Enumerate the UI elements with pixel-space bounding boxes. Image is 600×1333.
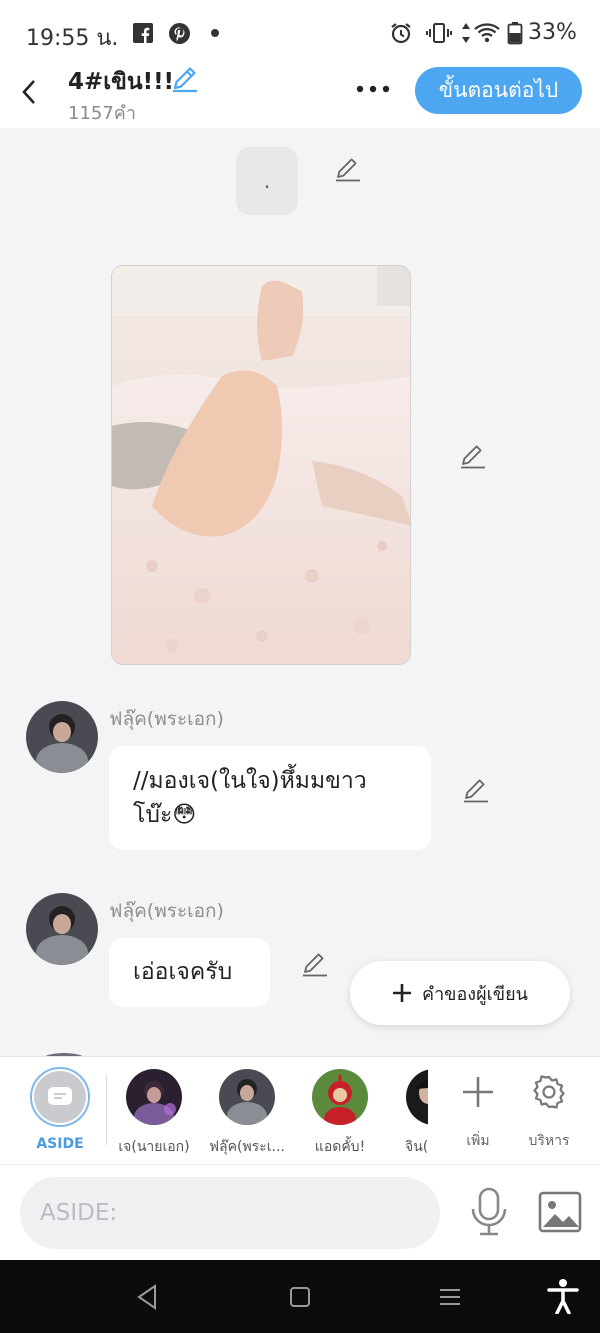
image-icon — [538, 1191, 582, 1233]
gear-icon — [533, 1075, 565, 1109]
nav-home-icon — [290, 1287, 310, 1307]
back-arrow-icon — [22, 80, 35, 104]
bath-photo[interactable] — [111, 265, 411, 665]
author-note-label: คำของผู้เขียน — [422, 983, 528, 1005]
notification-dot-icon — [210, 20, 220, 46]
chapter-title: 4#เขิน!!! — [68, 69, 175, 95]
pencil-icon — [303, 953, 327, 977]
accessibility-icon — [547, 1279, 579, 1315]
status-time: 19:55 น. — [26, 26, 119, 51]
nav-back-icon — [137, 1284, 156, 1310]
character-label: แอดคั้บ! — [314, 1139, 366, 1155]
battery-percent: 33% — [528, 20, 577, 45]
wifi-icon — [474, 20, 500, 46]
microphone-icon — [471, 1187, 507, 1236]
character-label: ฟลุ๊ค(พระเ... — [209, 1139, 285, 1155]
avatar — [312, 1069, 368, 1125]
character-item[interactable]: แอดคั้บ! — [292, 1067, 388, 1158]
message-text: เอ่อเจครับ — [133, 959, 233, 985]
battery-icon — [507, 20, 523, 46]
more-options-button[interactable] — [352, 76, 394, 102]
edit-message-button[interactable] — [334, 155, 362, 183]
aside-chat-icon — [48, 1087, 72, 1105]
dot-message-bubble[interactable]: . — [236, 147, 298, 215]
message-bubble[interactable]: //มองเจ(ในใจ)หึ้มมขาว โบ๊ะ😳 — [109, 746, 431, 850]
nav-back-button[interactable] — [133, 1282, 163, 1312]
avatar — [219, 1069, 275, 1125]
character-bar: ASIDE เจ(นายเอก) ฟลุ๊ค(พระเ... แอดคั้บ! … — [0, 1056, 600, 1164]
character-label: เจ(นายเอก) — [118, 1139, 190, 1155]
edit-message-button[interactable] — [301, 950, 329, 978]
add-character-button[interactable]: เพิ่ม — [443, 1069, 513, 1152]
avatar[interactable] — [26, 701, 98, 773]
more-dots-icon — [356, 85, 390, 93]
word-count: 1157คำ — [68, 103, 136, 124]
chat-content[interactable]: . ฟลุ๊ค(พระเอก) //มองเจ(ในใจ)หึ้มมขาว โบ… — [0, 128, 600, 1056]
character-avatar-image — [26, 701, 98, 773]
pencil-icon — [173, 67, 197, 93]
plus-icon — [393, 984, 412, 1002]
facebook-icon — [132, 20, 154, 46]
character-item[interactable]: จิน( — [380, 1067, 428, 1158]
nav-home-button[interactable] — [285, 1282, 315, 1312]
pencil-icon — [461, 445, 485, 469]
edit-title-button[interactable] — [170, 64, 200, 94]
bath-photo-image — [112, 266, 410, 664]
plus-icon — [463, 1077, 493, 1107]
next-step-button[interactable]: ขั้นตอนต่อไป — [415, 67, 582, 114]
insert-image-button[interactable] — [538, 1191, 582, 1233]
pencil-icon — [336, 158, 360, 182]
manage-characters-button[interactable]: บริหาร — [514, 1069, 584, 1152]
back-button[interactable] — [14, 72, 44, 112]
accessibility-button[interactable] — [546, 1278, 580, 1315]
speaker-name: ฟลุ๊ค(พระเอก) — [109, 900, 224, 922]
pencil-icon — [464, 779, 488, 803]
speaker-name: ฟลุ๊ค(พระเอก) — [109, 708, 224, 730]
manage-label: บริหาร — [528, 1133, 570, 1149]
avatar[interactable] — [26, 893, 98, 965]
editor-header: 4#เขิน!!! 1157คำ ขั้นตอนต่อไป — [0, 64, 600, 128]
pinterest-icon — [168, 20, 191, 46]
alarm-icon — [389, 20, 413, 46]
character-label: จิน( — [405, 1139, 428, 1155]
avatar — [126, 1069, 182, 1125]
aside-character[interactable]: ASIDE — [12, 1067, 108, 1152]
partial-next-message — [30, 1048, 330, 1056]
nav-recents-button[interactable] — [435, 1282, 465, 1312]
message-text: //มองเจ(ในใจ)หึ้มมขาว โบ๊ะ😳 — [133, 768, 367, 828]
data-arrows-icon — [459, 20, 473, 46]
character-item[interactable]: ฟลุ๊ค(พระเ... — [199, 1067, 295, 1158]
vibrate-icon — [426, 20, 452, 46]
nav-menu-icon — [440, 1289, 460, 1305]
aside-label: ASIDE — [36, 1136, 84, 1152]
avatar — [406, 1069, 428, 1125]
aside-avatar — [30, 1067, 90, 1127]
add-label: เพิ่ม — [466, 1133, 490, 1149]
edit-photo-button[interactable] — [459, 442, 487, 470]
message-bubble[interactable]: เอ่อเจครับ — [109, 938, 270, 1007]
character-avatar-image — [26, 893, 98, 965]
character-item[interactable]: เจ(นายเอก) — [106, 1067, 202, 1158]
edit-message-button[interactable] — [462, 776, 490, 804]
microphone-button[interactable] — [468, 1187, 510, 1237]
system-nav-bar — [0, 1260, 600, 1333]
aside-input[interactable] — [20, 1177, 440, 1249]
author-note-button[interactable]: คำของผู้เขียน — [350, 961, 570, 1025]
input-bar — [0, 1164, 600, 1260]
status-bar: 19:55 น. 33% — [0, 0, 600, 64]
